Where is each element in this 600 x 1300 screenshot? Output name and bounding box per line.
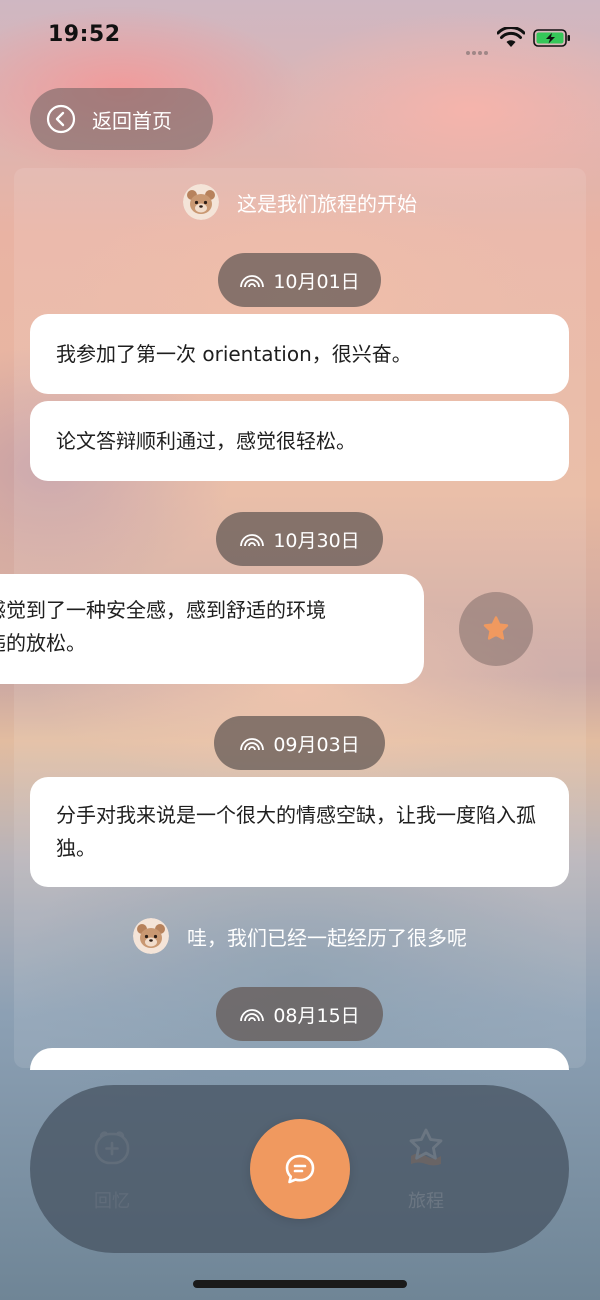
journey-milestone: 哇，我们已经一起经历了很多呢	[0, 918, 600, 954]
chat-button[interactable]	[250, 1119, 350, 1219]
memory-card[interactable]	[30, 1048, 569, 1070]
date-pill: 08月15日	[216, 987, 383, 1041]
date-pill: 10月01日	[218, 253, 381, 307]
intro-text: 这是我们旅程的开始	[237, 191, 417, 216]
rainbow-icon	[240, 1009, 265, 1022]
chat-bubble-icon	[285, 1154, 315, 1184]
status-bar: 19:52	[0, 0, 600, 76]
milestone-text: 哇，我们已经一起经历了很多呢	[187, 925, 467, 950]
back-home-button[interactable]: 返回首页	[30, 88, 213, 150]
memory-card-swiped[interactable]: 感觉到了一种安全感，感到舒适的环境 违的放松。	[0, 574, 424, 684]
signal-dots-icon	[466, 40, 492, 55]
rainbow-icon	[240, 738, 265, 751]
avatar	[183, 184, 219, 220]
memory-text: 论文答辩顺利通过，感觉很轻松。	[56, 428, 356, 453]
memory-card[interactable]: 分手对我来说是一个很大的情感空缺，让我一度陷入孤独。	[30, 777, 569, 887]
back-home-label: 返回首页	[92, 108, 172, 133]
status-time: 19:52	[48, 22, 121, 47]
favorite-button[interactable]	[459, 592, 533, 666]
arrow-left-circle-icon	[46, 104, 76, 134]
memory-text: 我参加了第一次 orientation，很兴奋。	[56, 341, 412, 366]
memory-card[interactable]: 我参加了第一次 orientation，很兴奋。	[30, 314, 569, 394]
date-label: 10月30日	[273, 529, 360, 552]
battery-charging-icon	[533, 29, 570, 47]
star-icon	[483, 616, 509, 640]
rainbow-icon	[240, 534, 265, 547]
home-indicator	[193, 1280, 407, 1288]
date-label: 09月03日	[273, 733, 360, 756]
date-pill: 09月03日	[214, 716, 385, 770]
memory-card[interactable]: 论文答辩顺利通过，感觉很轻松。	[30, 401, 569, 481]
date-label: 08月15日	[273, 1004, 360, 1027]
memory-text: 分手对我来说是一个很大的情感空缺，让我一度陷入孤独。	[56, 803, 536, 860]
wifi-icon	[497, 27, 525, 47]
memory-text: 感觉到了一种安全感，感到舒适的环境 违的放松。	[0, 598, 326, 655]
journey-intro: 这是我们旅程的开始	[0, 184, 600, 220]
avatar	[133, 918, 169, 954]
rainbow-icon	[240, 275, 265, 288]
date-label: 10月01日	[273, 270, 360, 293]
date-pill: 10月30日	[216, 512, 383, 566]
